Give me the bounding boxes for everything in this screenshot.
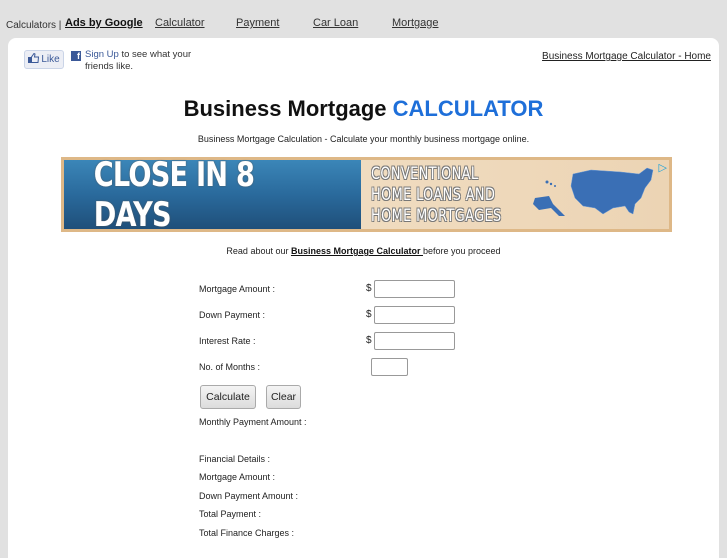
financial-details-label: Financial Details : xyxy=(199,454,271,464)
down-payment-amount-label: Down Payment Amount : xyxy=(199,491,299,501)
monthly-payment-label: Monthly Payment Amount : xyxy=(199,417,307,427)
currency-symbol: $ xyxy=(366,335,372,346)
down-payment-input[interactable] xyxy=(374,306,455,324)
page-subtitle: Business Mortgage Calculation - Calculat… xyxy=(197,134,530,144)
usa-map-icon xyxy=(533,167,654,216)
calculators-label: Calculators | xyxy=(6,20,62,31)
like-label: Like xyxy=(41,54,60,65)
clear-button[interactable]: Clear xyxy=(266,385,301,409)
top-navigation: Calculators | Ads by Google Calculator P… xyxy=(0,0,727,38)
thumbs-up-icon xyxy=(28,52,40,66)
interest-rate-label: Interest Rate : xyxy=(199,336,256,346)
interest-rate-input[interactable] xyxy=(374,332,455,350)
ad-copy: CONVENTIONAL HOME LOANS AND HOME MORTGAG… xyxy=(371,164,502,225)
facebook-like-button[interactable]: Like xyxy=(24,50,64,69)
nav-link-car-loan[interactable]: Car Loan xyxy=(313,17,358,29)
advertisement-banner[interactable]: CLOSE IN 8 DAYS CONVENTIONAL HOME LOANS … xyxy=(61,155,672,235)
home-link[interactable]: Business Mortgage Calculator - Home xyxy=(542,51,711,62)
mortgage-amount-label: Mortgage Amount : xyxy=(199,284,276,294)
adchoices-icon[interactable]: ▷ xyxy=(659,161,667,174)
mortgage-amount-input[interactable] xyxy=(374,280,455,298)
total-payment-label: Total Payment : xyxy=(199,509,262,519)
nav-link-calculator[interactable]: Calculator xyxy=(155,17,205,29)
result-mortgage-amount-label: Mortgage Amount : xyxy=(199,472,276,482)
title-accent: CALCULATOR xyxy=(392,96,544,121)
currency-symbol: $ xyxy=(366,309,372,320)
currency-symbol: $ xyxy=(366,283,372,294)
ads-by-google-link[interactable]: Ads by Google xyxy=(65,17,143,29)
ad-headline: CLOSE IN 8 DAYS xyxy=(64,155,361,235)
main-panel: Like f Sign Up to see what your friends … xyxy=(8,38,719,558)
business-mortgage-calculator-link[interactable]: Business Mortgage Calculator xyxy=(291,246,423,256)
nav-link-payment[interactable]: Payment xyxy=(236,17,279,29)
nav-link-mortgage[interactable]: Mortgage xyxy=(392,17,438,29)
total-finance-charges-label: Total Finance Charges : xyxy=(199,528,295,538)
calculate-button[interactable]: Calculate xyxy=(200,385,256,409)
months-label: No. of Months : xyxy=(199,362,261,372)
facebook-signup-link[interactable]: Sign Up xyxy=(85,49,119,60)
months-input[interactable] xyxy=(371,358,408,376)
facebook-signup-text: Sign Up to see what your friends like. xyxy=(85,49,192,72)
read-about-text: Read about our Business Mortgage Calcula… xyxy=(226,246,501,256)
facebook-icon: f xyxy=(71,51,81,61)
page-title: Business Mortgage CALCULATOR xyxy=(183,96,544,121)
down-payment-label: Down Payment : xyxy=(199,310,266,320)
